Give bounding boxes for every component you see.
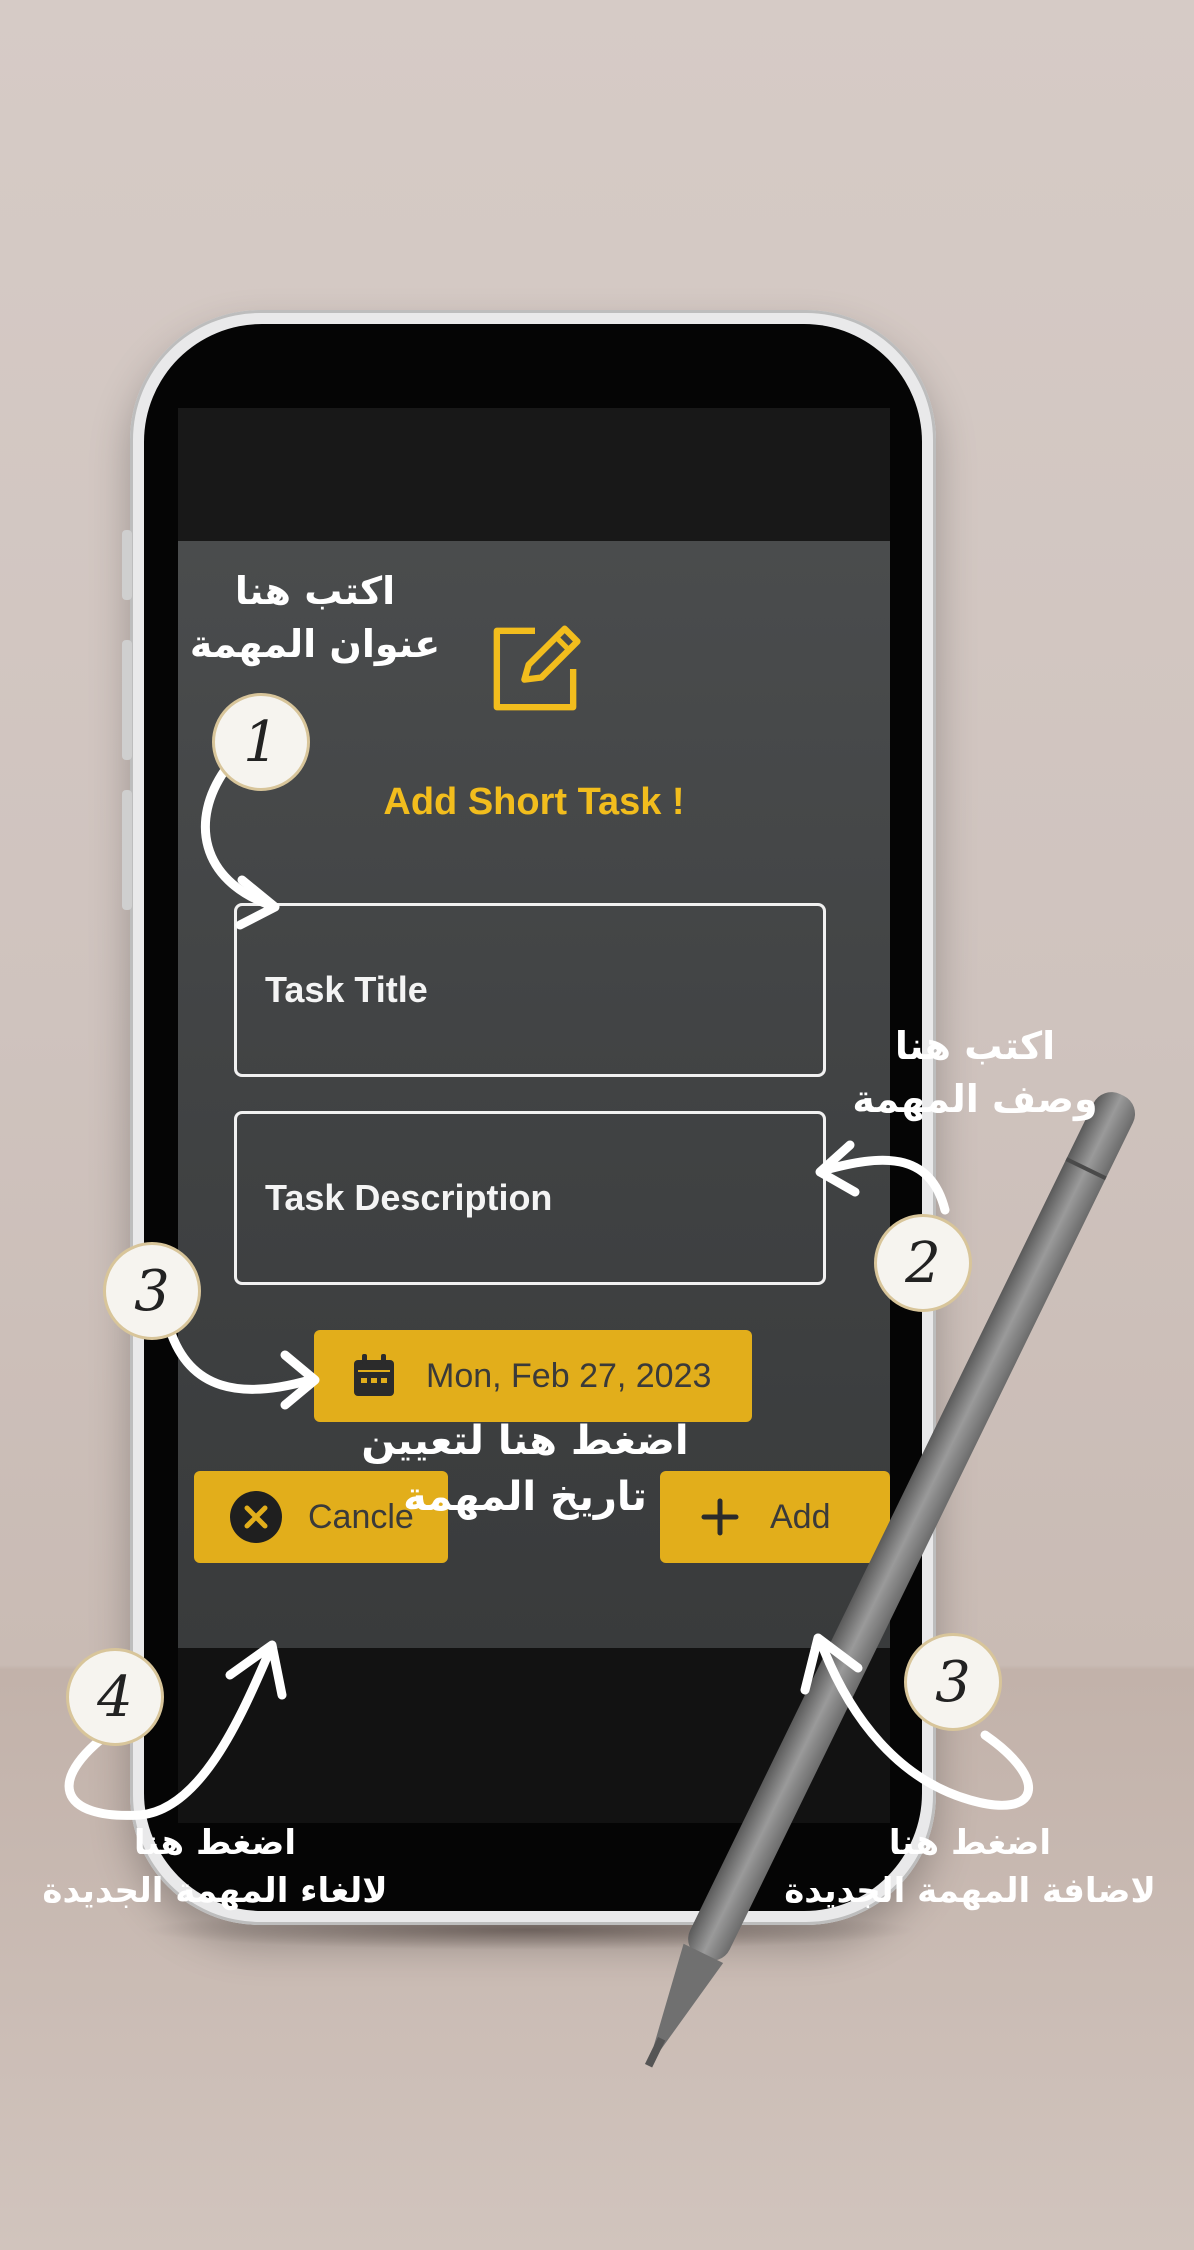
badge-3-add: 3 [904, 1633, 1002, 1731]
badge-4: 4 [66, 1648, 164, 1746]
cancel-hint-line1: اضغط هنا [133, 1823, 297, 1863]
badge-2: 2 [874, 1214, 972, 1312]
description-hint-line1: اكتب هنا [894, 1024, 1056, 1068]
add-hint-line1: اضغط هنا [888, 1823, 1052, 1863]
add-hint: اضغط هنا لاضافة المهمة الجديدة [750, 1820, 1190, 1915]
cancel-hint-line2: لالغاء المهمة الجديدة [42, 1870, 388, 1911]
description-hint: اكتب هنا وصف المهمة [810, 1020, 1140, 1126]
badge-1: 1 [212, 693, 310, 791]
title-hint-line2: عنوان المهمة [189, 622, 441, 667]
add-hint-line2: لاضافة المهمة الجديدة [784, 1870, 1156, 1911]
description-hint-line2: وصف المهمة [852, 1077, 1098, 1122]
cancel-hint: اضغط هنا لالغاء المهمة الجديدة [0, 1820, 430, 1915]
title-hint: اكتب هنا عنوان المهمة [150, 565, 480, 671]
date-hint-line2: تاريخ المهمة [403, 1474, 647, 1520]
date-hint-line1: اضغط هنا لتعيين [361, 1418, 689, 1464]
date-hint: اضغط هنا لتعيين تاريخ المهمة [330, 1413, 720, 1525]
title-hint-line1: اكتب هنا [234, 569, 396, 613]
badge-3-date: 3 [103, 1242, 201, 1340]
